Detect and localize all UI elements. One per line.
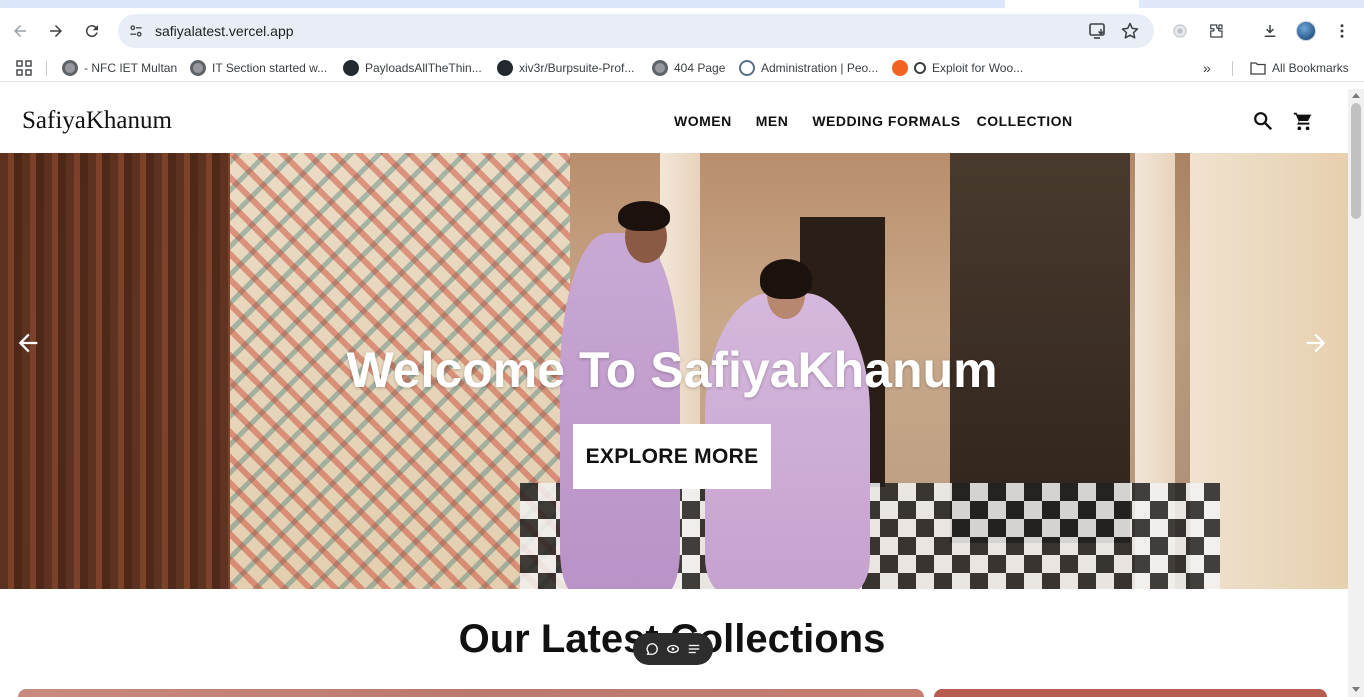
back-button[interactable] xyxy=(8,19,32,43)
address-bar[interactable]: safiyalatest.vercel.app xyxy=(118,14,1154,48)
extensions-button[interactable] xyxy=(1204,19,1228,43)
extension-circle-button[interactable] xyxy=(1168,19,1192,43)
nav-wedding-formals[interactable]: WEDDING FORMALS xyxy=(812,113,960,129)
page-scrollbar[interactable] xyxy=(1348,89,1364,697)
collection-card[interactable] xyxy=(18,689,924,697)
bookmark-item[interactable]: - NFC IET Multan xyxy=(62,59,177,77)
bookmarks-overflow-button[interactable]: » xyxy=(1203,59,1211,77)
puzzle-icon xyxy=(1210,24,1223,38)
bookmark-item[interactable]: IT Section started w... xyxy=(190,59,327,77)
github-icon xyxy=(497,60,513,76)
extension-circle-icon xyxy=(1173,24,1187,38)
chevron-double-right-icon: » xyxy=(1203,60,1211,76)
folder-icon xyxy=(1250,62,1266,75)
menu-lines-icon[interactable] xyxy=(687,642,701,656)
site-info-icon[interactable] xyxy=(126,21,146,41)
hero-model-man xyxy=(560,233,680,589)
globe-icon xyxy=(190,60,206,76)
bookmark-label: IT Section started w... xyxy=(212,61,328,75)
active-tab[interactable] xyxy=(0,0,1005,8)
browser-menu-button[interactable] xyxy=(1330,19,1354,43)
bookmark-label: xiv3r/Burpsuite-Prof... xyxy=(519,61,635,75)
nav-men[interactable]: MEN xyxy=(756,113,789,129)
apps-grid-icon xyxy=(16,60,32,76)
reload-icon xyxy=(85,25,98,38)
globe-icon xyxy=(652,60,668,76)
hero-title: Welcome To SafiyaKhanum xyxy=(346,342,998,398)
eye-icon[interactable] xyxy=(666,642,680,656)
github-icon xyxy=(343,60,359,76)
bookmark-item[interactable]: 404 Page xyxy=(652,59,725,77)
arrow-left-icon xyxy=(14,25,26,37)
all-bookmarks-button[interactable]: All Bookmarks xyxy=(1250,59,1349,77)
profile-avatar[interactable] xyxy=(1296,21,1316,41)
kebab-menu-icon xyxy=(1340,24,1344,38)
hero-model-man-hair xyxy=(618,201,670,231)
collection-card[interactable] xyxy=(934,689,1327,697)
main-nav: WOMEN MEN WEDDING FORMALS COLLECTION xyxy=(674,113,1097,129)
hero-model-woman-hair xyxy=(760,259,812,299)
bookmark-label: PayloadsAllTheThin... xyxy=(365,61,482,75)
bookmark-label: Exploit for Woo... xyxy=(932,61,1024,75)
search-icon[interactable] xyxy=(1252,110,1274,132)
arrow-right-icon xyxy=(50,25,62,37)
bookmark-item[interactable]: Administration | Peo... xyxy=(739,59,878,77)
apps-button[interactable] xyxy=(16,59,32,77)
nav-collection[interactable]: COLLECTION xyxy=(977,113,1073,129)
download-icon xyxy=(1264,25,1276,37)
admin-icon xyxy=(739,60,755,76)
url-text[interactable]: safiyalatest.vercel.app xyxy=(155,23,294,39)
install-app-icon[interactable] xyxy=(1088,21,1108,41)
downloads-button[interactable] xyxy=(1258,19,1282,43)
scroll-down-arrow-icon[interactable] xyxy=(1352,687,1360,692)
scroll-up-arrow-icon[interactable] xyxy=(1352,93,1360,98)
scrollbar-thumb[interactable] xyxy=(1351,103,1361,219)
tab-strip xyxy=(0,0,1364,8)
skull-icon xyxy=(892,60,908,76)
browser-toolbar: safiyalatest.vercel.app xyxy=(0,8,1364,54)
bookmarks-bar: - NFC IET Multan IT Section started w...… xyxy=(0,54,1364,82)
bookmarks-divider xyxy=(46,61,47,76)
bookmarks-divider xyxy=(1232,61,1233,76)
nav-women[interactable]: WOMEN xyxy=(674,113,732,129)
skull-icon xyxy=(914,62,926,74)
hero-banner: Welcome To SafiyaKhanum EXPLORE MORE xyxy=(0,153,1348,589)
web-page: SafiyaKhanum WOMEN MEN WEDDING FORMALS C… xyxy=(0,89,1348,697)
bookmark-item[interactable]: Exploit for Woo... xyxy=(892,59,1023,77)
bookmark-item[interactable]: PayloadsAllTheThin... xyxy=(343,59,482,77)
bookmark-label: 404 Page xyxy=(674,61,726,75)
site-header: SafiyaKhanum WOMEN MEN WEDDING FORMALS C… xyxy=(0,89,1348,153)
cart-icon[interactable] xyxy=(1292,110,1314,132)
tab-gap xyxy=(1005,0,1139,8)
bookmark-label: - NFC IET Multan xyxy=(84,61,178,75)
comment-icon[interactable] xyxy=(645,642,659,656)
all-bookmarks-label: All Bookmarks xyxy=(1272,61,1349,75)
bookmark-label: Administration | Peo... xyxy=(761,61,879,75)
bookmark-item[interactable]: xiv3r/Burpsuite-Prof... xyxy=(497,59,634,77)
globe-icon xyxy=(62,60,78,76)
bookmark-star-icon[interactable] xyxy=(1120,21,1140,41)
floating-toolbar xyxy=(633,633,713,665)
explore-more-button[interactable]: EXPLORE MORE xyxy=(573,424,771,489)
reload-button[interactable] xyxy=(80,19,104,43)
site-logo[interactable]: SafiyaKhanum xyxy=(22,107,172,135)
forward-button[interactable] xyxy=(44,19,68,43)
